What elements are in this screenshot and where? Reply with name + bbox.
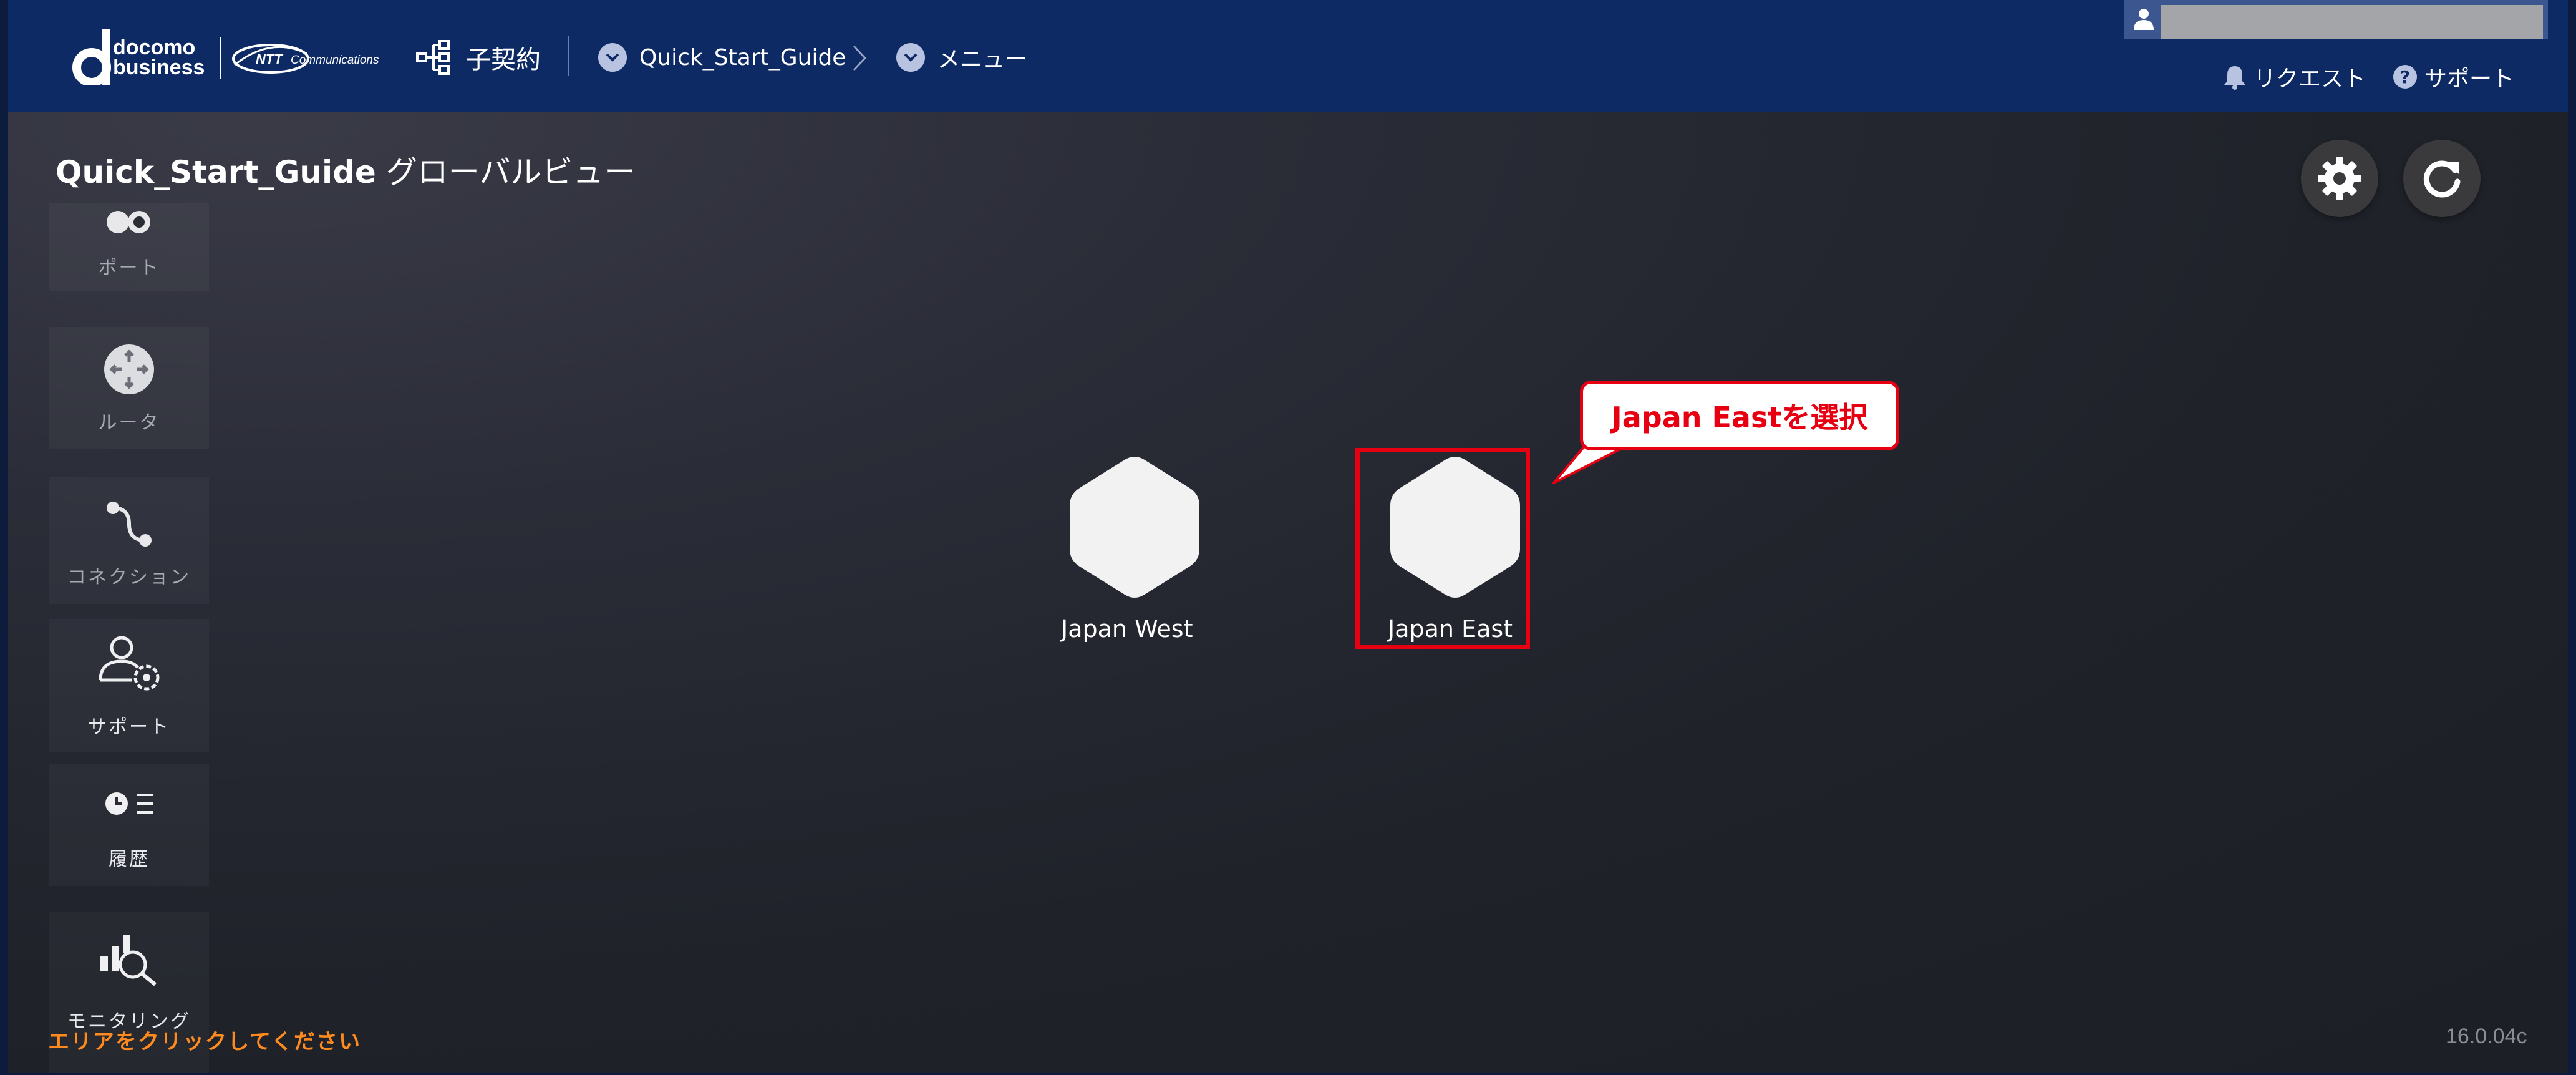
tree-hierarchy-icon [416, 40, 450, 75]
refresh-icon [2423, 160, 2461, 198]
svg-text:?: ? [2400, 67, 2410, 87]
sidebar-item-support[interactable]: サポート [49, 619, 209, 752]
user-icon [2134, 9, 2154, 30]
svg-text:Communications: Communications [291, 54, 379, 67]
hexagon-icon [1070, 457, 1199, 598]
breadcrumb-item-guide[interactable]: Quick_Start_Guide [598, 39, 846, 76]
page-title: Quick_Start_Guide グローバルビュー [56, 154, 636, 190]
app-window: docomo business NTT Communications 子契約 Q… [8, 0, 2568, 1073]
chevron-down-icon [896, 43, 925, 72]
router-icon [49, 343, 209, 396]
user-name [2161, 5, 2543, 39]
sidebar-item-port[interactable]: ポート [49, 203, 209, 291]
global-view-canvas[interactable]: Quick_Start_Guide グローバルビュー ポート ルータ コネクショ… [8, 112, 2568, 1073]
breadcrumb-label: Quick_Start_Guide [639, 44, 846, 71]
contract-switcher[interactable]: 子契約 [415, 39, 541, 76]
sidebar-item-label: 履歴 [109, 849, 150, 870]
chevron-right-icon [853, 45, 867, 71]
connection-icon [49, 499, 209, 549]
ntt-communications-logo-icon: NTT Communications [232, 44, 379, 74]
sidebar-item-label: ポート [98, 257, 160, 279]
breadcrumb-label: メニュー [937, 47, 1028, 72]
region-label: Japan West [1061, 615, 1193, 643]
version-label: 16.0.04c [2446, 1024, 2527, 1048]
gear-icon [2318, 157, 2361, 200]
sidebar-item-label: コネクション [67, 567, 191, 588]
refresh-button[interactable] [2403, 140, 2481, 217]
help-circle-icon: ? [2393, 65, 2417, 89]
annotation-callout: Japan Eastを選択 [1580, 381, 1899, 450]
settings-button[interactable] [2301, 140, 2378, 217]
support-link[interactable]: ? サポート [2392, 60, 2514, 94]
svg-text:NTT: NTT [256, 51, 283, 67]
sidebar-item-router[interactable]: ルータ [49, 327, 209, 449]
top-header: docomo business NTT Communications 子契約 Q… [8, 0, 2568, 112]
history-icon [49, 790, 209, 821]
port-icon [49, 208, 209, 236]
request-link[interactable]: リクエスト [2222, 60, 2366, 94]
hint-text: エリアをクリックしてください [48, 1029, 361, 1054]
breadcrumb-item-menu[interactable]: メニュー [896, 39, 1027, 76]
chevron-down-icon [598, 43, 627, 72]
highlight-box [1355, 448, 1530, 649]
docomo-business-logo: docomo business [113, 36, 205, 79]
support-user-gear-icon [49, 633, 209, 695]
contract-label: 子契約 [466, 46, 541, 74]
header-divider [568, 36, 569, 76]
region-node-japan-west[interactable] [1060, 454, 1203, 610]
monitoring-icon [49, 931, 209, 987]
sidebar-item-history[interactable]: 履歴 [49, 764, 209, 886]
sidebar-item-label: ルータ [98, 412, 160, 434]
logo-divider [220, 37, 221, 79]
sidebar-item-connection[interactable]: コネクション [49, 477, 209, 604]
bell-icon [2224, 66, 2245, 90]
sidebar-item-label: サポート [88, 716, 170, 738]
